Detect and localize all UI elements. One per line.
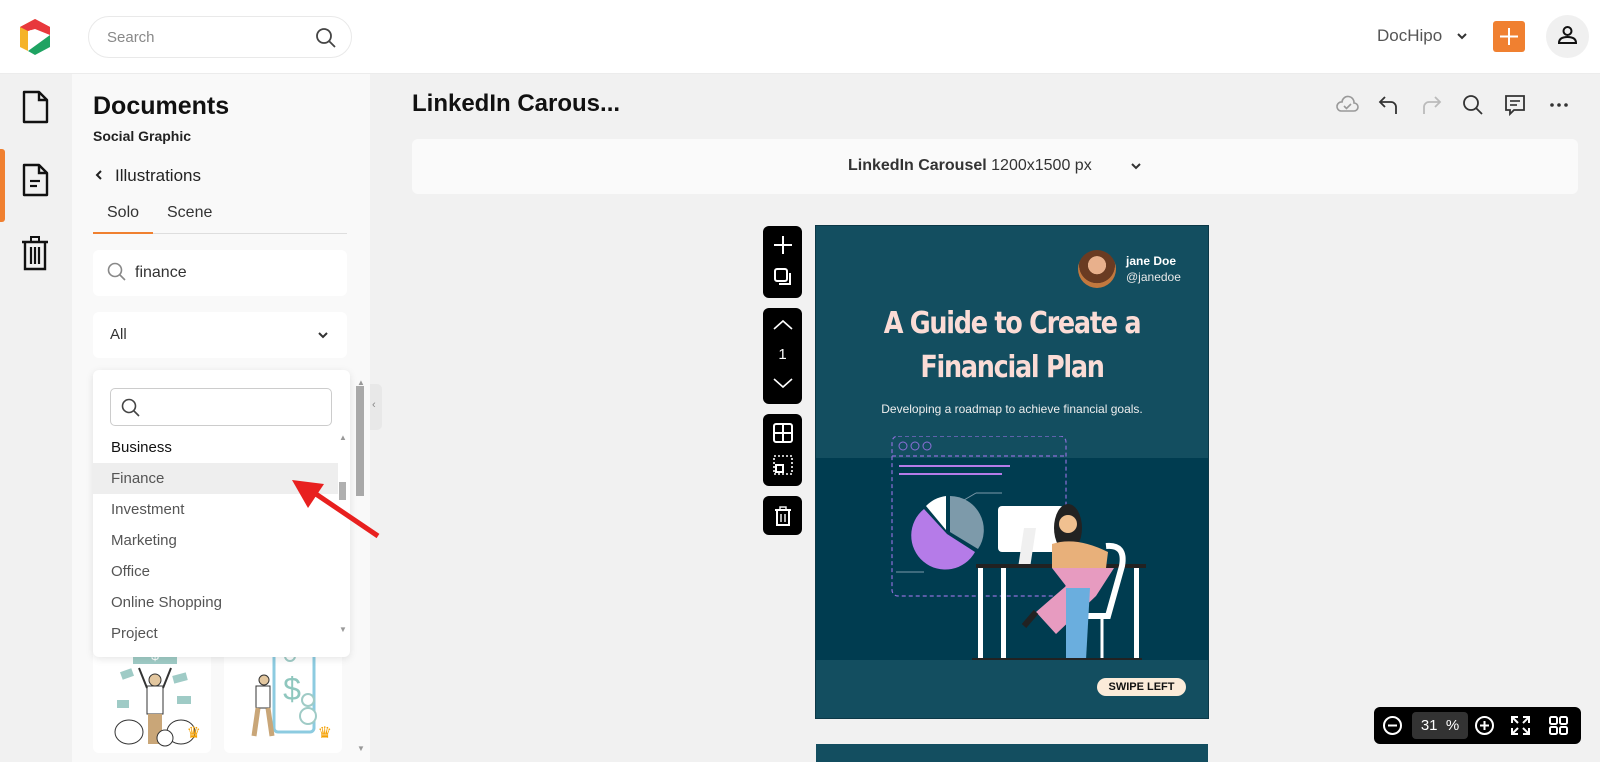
size-label: LinkedIn Carousel 1200x1500 px bbox=[848, 157, 1092, 175]
user-icon bbox=[1557, 26, 1578, 44]
size-dimensions: 1200x1500 px bbox=[991, 157, 1092, 174]
canvas-page[interactable]: jane Doe @janedoe A Guide to Create a Fi… bbox=[816, 226, 1208, 718]
panel-scrollbar[interactable] bbox=[356, 386, 364, 496]
trash-icon bbox=[22, 236, 48, 271]
heading-line-1: A Guide to Create a bbox=[883, 306, 1142, 341]
size-name: LinkedIn Carousel bbox=[848, 157, 987, 174]
zoom-unit: % bbox=[1445, 717, 1460, 734]
page-number: 1 bbox=[778, 346, 787, 363]
panel-scroll-down[interactable]: ▼ bbox=[357, 744, 365, 753]
duplicate-page-icon[interactable] bbox=[772, 266, 794, 288]
trash-icon bbox=[775, 506, 791, 526]
chevron-up-icon[interactable] bbox=[772, 316, 794, 334]
category-selected: All bbox=[110, 326, 127, 343]
category-select[interactable]: All bbox=[93, 312, 347, 358]
user-menu-button[interactable] bbox=[1546, 15, 1589, 58]
zoom-control: 31 % bbox=[1374, 707, 1581, 744]
search-placeholder: Search bbox=[107, 29, 155, 46]
plus-icon bbox=[1500, 28, 1518, 45]
chevron-down-icon[interactable] bbox=[772, 374, 794, 392]
resize-icon[interactable] bbox=[772, 454, 794, 476]
dropdown-group-label: Business bbox=[111, 439, 172, 456]
back-label: Illustrations bbox=[115, 166, 201, 185]
svg-text:$: $ bbox=[283, 671, 301, 707]
create-new-button[interactable] bbox=[1493, 21, 1525, 52]
redo-icon[interactable] bbox=[1418, 92, 1444, 118]
heading-line-2: Financial Plan bbox=[920, 350, 1105, 385]
grid-view-icon[interactable] bbox=[1548, 715, 1569, 736]
more-options-icon[interactable] bbox=[1546, 92, 1572, 118]
top-bar: Search DocHipo bbox=[0, 0, 1600, 74]
rail-item-documents[interactable] bbox=[0, 74, 72, 144]
add-page-icon[interactable] bbox=[772, 234, 794, 256]
dropdown-option-project[interactable]: Project bbox=[93, 618, 338, 649]
search-value: finance bbox=[135, 264, 187, 281]
zoom-out-icon[interactable] bbox=[1382, 715, 1403, 736]
file-text-icon bbox=[22, 163, 49, 197]
zoom-value: 31 bbox=[1420, 717, 1438, 734]
annotation-arrow bbox=[292, 480, 380, 539]
zoom-level[interactable]: 31 % bbox=[1412, 712, 1468, 739]
rail-item-templates[interactable] bbox=[0, 147, 72, 217]
illustration-search-input[interactable]: finance bbox=[93, 250, 347, 296]
workspace-switcher[interactable]: DocHipo bbox=[1377, 26, 1442, 46]
search-icon[interactable] bbox=[315, 27, 337, 49]
back-to-illustrations[interactable]: Illustrations bbox=[93, 166, 201, 186]
dropdown-option-office[interactable]: Office bbox=[93, 556, 338, 587]
cloud-saved-icon[interactable] bbox=[1334, 92, 1360, 118]
panel-title: Documents bbox=[93, 92, 230, 120]
scroll-down-arrow[interactable]: ▼ bbox=[339, 625, 347, 634]
chevron-down-icon bbox=[318, 332, 328, 339]
carousel-subheading[interactable]: Developing a roadmap to achieve financia… bbox=[816, 402, 1208, 416]
scroll-up-arrow[interactable]: ▲ bbox=[339, 433, 347, 442]
delete-page-button[interactable] bbox=[763, 496, 802, 535]
author-name[interactable]: jane Doe bbox=[1126, 254, 1176, 268]
tab-solo[interactable]: Solo bbox=[93, 204, 153, 234]
collapse-panel-button[interactable]: ‹ bbox=[370, 384, 382, 430]
tab-scene[interactable]: Scene bbox=[167, 204, 212, 234]
chevron-down-icon bbox=[1131, 163, 1141, 170]
page-add-group bbox=[763, 226, 802, 298]
file-icon bbox=[22, 90, 49, 124]
rail-item-trash[interactable] bbox=[0, 219, 72, 289]
chevron-down-icon[interactable] bbox=[1456, 30, 1468, 42]
swipe-left-badge[interactable]: SWIPE LEFT bbox=[1097, 678, 1186, 696]
premium-crown-icon: ♛ bbox=[317, 725, 332, 742]
panel-subtitle: Social Graphic bbox=[93, 128, 192, 144]
chevron-left-icon bbox=[95, 170, 102, 180]
page-nav-group: 1 bbox=[763, 308, 802, 404]
document-title[interactable]: LinkedIn Carous... bbox=[412, 90, 620, 118]
premium-crown-icon: ♛ bbox=[186, 725, 201, 742]
zoom-in-icon[interactable] bbox=[1474, 715, 1495, 736]
canvas-size-selector[interactable]: LinkedIn Carousel 1200x1500 px bbox=[412, 139, 1578, 194]
search-icon bbox=[107, 262, 126, 281]
financial-planning-illustration[interactable] bbox=[816, 436, 1208, 676]
grid-icon[interactable] bbox=[772, 422, 794, 444]
carousel-heading[interactable]: A Guide to Create a Financial Plan bbox=[845, 302, 1178, 390]
dropdown-option-online-shopping[interactable]: Online Shopping bbox=[93, 587, 338, 618]
author-avatar[interactable] bbox=[1078, 250, 1116, 288]
dropdown-search-input[interactable] bbox=[110, 388, 332, 426]
canvas-page-2[interactable] bbox=[816, 744, 1208, 762]
comment-icon[interactable] bbox=[1502, 92, 1528, 118]
author-handle[interactable]: @janedoe bbox=[1126, 270, 1181, 284]
search-icon bbox=[121, 398, 140, 417]
fullscreen-icon[interactable] bbox=[1510, 715, 1531, 736]
search-icon[interactable] bbox=[1460, 92, 1486, 118]
chevron-left-icon: ‹ bbox=[372, 399, 376, 411]
undo-icon[interactable] bbox=[1376, 92, 1402, 118]
tab-bar: Solo Scene bbox=[93, 204, 347, 234]
global-search[interactable]: Search bbox=[88, 16, 352, 58]
left-rail bbox=[0, 74, 72, 762]
page-layout-group bbox=[763, 414, 802, 486]
dochipo-logo[interactable] bbox=[16, 17, 54, 57]
